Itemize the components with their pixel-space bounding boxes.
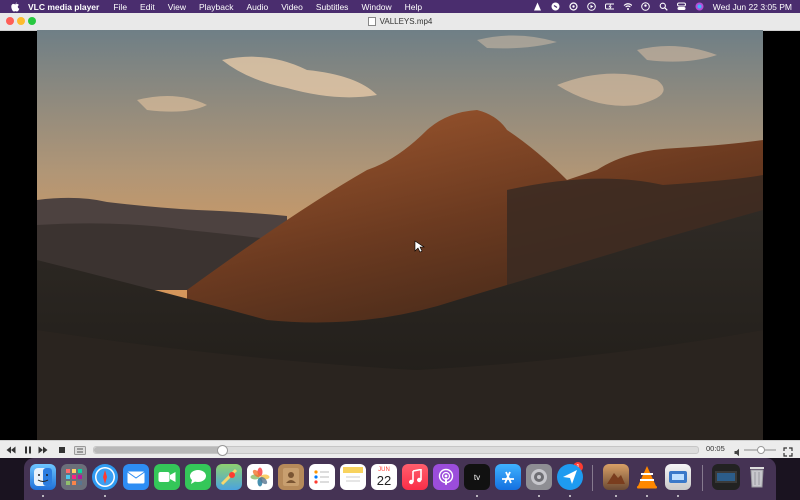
user-icon[interactable] xyxy=(640,2,650,11)
status-area: Wed Jun 22 3:05 PM xyxy=(533,0,792,13)
seek-bar-handle[interactable] xyxy=(216,445,228,456)
menu-subtitles[interactable]: Subtitles xyxy=(316,2,349,12)
messages-icon[interactable] xyxy=(185,464,211,490)
music-icon[interactable] xyxy=(402,464,428,490)
reminders-icon[interactable] xyxy=(309,464,335,490)
downloads-stack-icon[interactable] xyxy=(712,464,740,490)
facetime-icon[interactable] xyxy=(154,464,180,490)
battery-icon[interactable] xyxy=(604,2,614,11)
testflight-icon[interactable] xyxy=(557,464,583,490)
finder-running-indicator xyxy=(42,495,44,497)
testflight-running-indicator xyxy=(569,495,571,497)
app-store-icon[interactable] xyxy=(495,464,521,490)
menu-window[interactable]: Window xyxy=(361,2,391,12)
video-frame[interactable] xyxy=(37,30,763,440)
control-center-icon[interactable] xyxy=(676,2,686,11)
seek-bar-progress xyxy=(94,447,221,453)
apple-tv-running-indicator xyxy=(476,495,478,497)
image-capture-icon[interactable] xyxy=(665,464,691,490)
window-title-text: VALLEYS.mp4 xyxy=(379,17,433,26)
preview-running-indicator xyxy=(615,495,617,497)
document-icon xyxy=(367,17,376,26)
menu-file[interactable]: File xyxy=(113,2,127,12)
video-mountain-scene xyxy=(37,30,763,440)
close-window-button[interactable] xyxy=(6,17,14,25)
apple-tv-icon[interactable]: tv xyxy=(464,464,490,490)
playback-controls: 00:05 xyxy=(0,440,800,458)
minimize-window-button[interactable] xyxy=(17,17,25,25)
menu-bar: VLC media player File Edit View Playback… xyxy=(0,0,800,13)
search-icon[interactable] xyxy=(659,2,668,11)
calendar-icon[interactable]: JUN 22 xyxy=(371,464,397,490)
vlc-status-icon[interactable] xyxy=(533,2,542,11)
system-preferences-icon[interactable] xyxy=(526,464,552,490)
play-circle-icon[interactable] xyxy=(586,2,596,11)
menu-edit[interactable]: Edit xyxy=(140,2,155,12)
fullscreen-button[interactable] xyxy=(783,444,793,462)
stop-button[interactable] xyxy=(58,444,66,456)
vlc-icon[interactable] xyxy=(634,464,660,490)
system-preferences-running-indicator xyxy=(538,495,540,497)
safari-icon[interactable] xyxy=(92,464,118,490)
vlc-window: VALLEYS.mp4 00:05 xyxy=(0,13,800,458)
app-menu[interactable]: VLC media player xyxy=(28,2,99,12)
window-title-bar[interactable]: VALLEYS.mp4 xyxy=(0,13,800,31)
cloud-sync-icon[interactable] xyxy=(569,2,578,11)
dock-separator-2 xyxy=(702,465,703,491)
menu-view[interactable]: View xyxy=(168,2,186,12)
wifi-icon[interactable] xyxy=(623,2,632,11)
menu-bar-clock[interactable]: Wed Jun 22 3:05 PM xyxy=(713,2,792,12)
vlc-running-indicator xyxy=(646,495,648,497)
image-capture-running-indicator xyxy=(677,495,679,497)
notes-icon[interactable] xyxy=(340,464,366,490)
playlist-button[interactable] xyxy=(74,444,86,456)
zoom-window-button[interactable] xyxy=(28,17,36,25)
volume-slider[interactable] xyxy=(744,446,776,454)
maps-icon[interactable] xyxy=(216,464,242,490)
seek-bar[interactable] xyxy=(93,445,699,456)
menu-audio[interactable]: Audio xyxy=(246,2,268,12)
finder-icon[interactable] xyxy=(30,464,56,490)
volume-slider-handle[interactable] xyxy=(757,446,765,454)
apple-menu-icon[interactable] xyxy=(10,2,20,12)
window-title: VALLEYS.mp4 xyxy=(367,17,433,26)
photos-icon[interactable] xyxy=(247,464,273,490)
trash-icon[interactable] xyxy=(744,464,770,490)
siri-icon[interactable] xyxy=(695,2,704,11)
preview-mountain-icon[interactable] xyxy=(603,464,629,490)
shazam-icon[interactable] xyxy=(551,2,560,11)
fast-forward-button[interactable] xyxy=(38,444,48,456)
pause-button[interactable] xyxy=(24,444,32,456)
rewind-button[interactable] xyxy=(6,444,16,456)
contacts-icon[interactable] xyxy=(278,464,304,490)
menu-help[interactable]: Help xyxy=(405,2,422,12)
dock-separator xyxy=(592,465,593,491)
menu-playback[interactable]: Playback xyxy=(199,2,234,12)
safari-running-indicator xyxy=(104,495,106,497)
podcasts-icon[interactable] xyxy=(433,464,459,490)
launchpad-icon[interactable] xyxy=(61,464,87,490)
svg-text:tv: tv xyxy=(474,473,480,482)
dock: JUN 22 tv 1 xyxy=(24,458,776,500)
mail-icon[interactable] xyxy=(123,464,149,490)
elapsed-time[interactable]: 00:05 xyxy=(706,444,725,453)
menu-video[interactable]: Video xyxy=(281,2,303,12)
calendar-day: 22 xyxy=(376,472,392,488)
